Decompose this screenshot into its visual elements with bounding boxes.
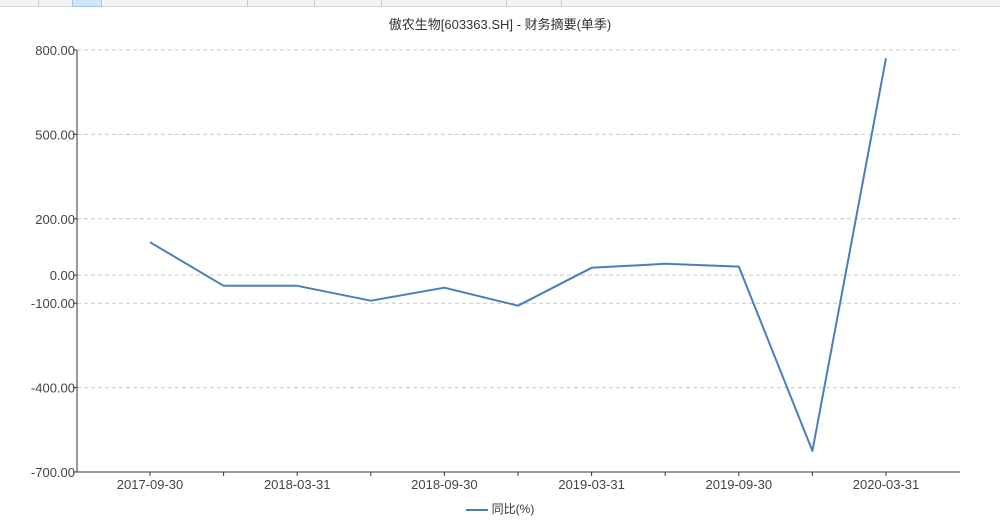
line-chart: 800.00 500.00 200.00 0.00 -100.00 -400.00 -700… (31, 43, 960, 492)
x-tick-labels: 2017-09-30 2018-03-31 2018-09-30 2019-03-31… (117, 477, 920, 492)
y-tick-label: 0.00 (50, 268, 75, 283)
legend[interactable]: 同比(%) (0, 500, 1000, 517)
x-tick-label: 2020-03-31 (853, 477, 920, 492)
series-line (149, 58, 887, 452)
y-tick-label: 800.00 (35, 43, 75, 58)
y-tick-label: -400.00 (31, 381, 75, 396)
y-tick-label: 500.00 (35, 127, 75, 142)
x-tick-label: 2019-03-31 (558, 477, 625, 492)
legend-label: 同比(%) (491, 502, 535, 516)
y-tick-label: -700.00 (31, 465, 75, 480)
legend-swatch (465, 508, 488, 511)
grid-lines (77, 49, 960, 389)
x-tick-label: 2018-03-31 (264, 477, 331, 492)
y-tick-labels: 800.00 500.00 200.00 0.00 -100.00 -400.00 -700… (31, 43, 75, 480)
series-lines (149, 58, 887, 452)
y-tick-label: -100.00 (31, 296, 75, 311)
x-tick-label: 2017-09-30 (117, 477, 184, 492)
axes (73, 49, 960, 476)
y-tick-label: 200.00 (35, 212, 75, 227)
x-tick-label: 2018-09-30 (411, 477, 478, 492)
x-tick-label: 2019-09-30 (706, 477, 773, 492)
